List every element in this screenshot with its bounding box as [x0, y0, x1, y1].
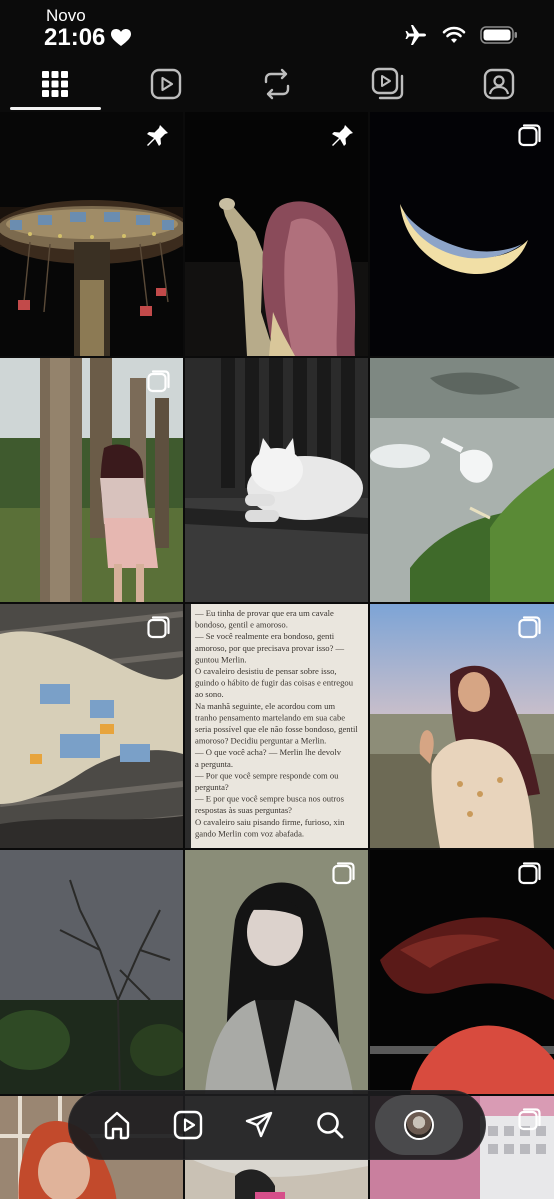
post-grid: — Eu tinha de provar que era um cavale bo… — [0, 112, 554, 1199]
status-icons — [404, 24, 518, 46]
book-line: amoroso, por que precisava provar isso? … — [195, 643, 345, 653]
heart-icon — [111, 29, 132, 46]
post-photo: — Eu tinha de provar que era um cavale bo… — [185, 604, 368, 848]
post-tile[interactable] — [185, 112, 368, 356]
pin-icon — [332, 125, 353, 146]
carrier-label: Novo — [46, 6, 86, 25]
tab-reposts[interactable] — [222, 56, 333, 112]
battery-icon — [480, 26, 517, 44]
clock: 21:06 — [44, 24, 132, 52]
book-line: guntou Merlin. — [195, 654, 247, 664]
post-tile[interactable] — [370, 850, 554, 1094]
nav-search[interactable] — [304, 1099, 356, 1151]
tab-tagged[interactable] — [443, 56, 554, 112]
airplane-icon — [405, 25, 426, 45]
nav-reels[interactable] — [162, 1099, 214, 1151]
grid-icon — [42, 71, 69, 97]
book-line: ao sono. — [195, 689, 224, 699]
tab-reels[interactable] — [111, 56, 222, 112]
post-photo — [0, 112, 183, 356]
time-label: 21:06 — [44, 24, 106, 51]
book-line: O cavaleiro saiu pisando firme, furioso,… — [195, 817, 345, 827]
post-tile[interactable] — [185, 850, 368, 1094]
post-photo — [370, 850, 554, 1094]
post-photo — [370, 112, 554, 356]
pin-icon — [147, 125, 168, 146]
book-line: — Por que você sempre responde com ou — [194, 770, 339, 780]
book-line: pergunta? — [195, 782, 229, 792]
book-line: guindo o hábito de fugir das coisas e en… — [195, 678, 354, 688]
book-line: — Eu tinha de provar que era um cavale — [194, 608, 334, 618]
book-line: seria possível que ele não fosse bondoso… — [195, 724, 358, 734]
carousel-icon — [518, 1108, 541, 1131]
reels-icon — [173, 1110, 202, 1140]
book-line: — O que você acha? — Merlin lhe devolv — [194, 747, 342, 757]
post-tile[interactable] — [370, 604, 554, 848]
reels-icon — [150, 68, 182, 100]
send-icon — [245, 1111, 273, 1138]
avatar — [404, 1110, 435, 1140]
tagged-icon — [483, 68, 514, 100]
carousel-icon — [518, 124, 541, 147]
book-line: a pergunta. — [195, 759, 233, 769]
post-photo — [185, 358, 368, 602]
post-tile[interactable] — [0, 850, 183, 1094]
post-tile[interactable] — [370, 358, 554, 602]
post-tile[interactable] — [185, 358, 368, 602]
book-line: Na manhã seguinte, ele acordou com um — [195, 701, 335, 711]
post-photo — [370, 604, 554, 848]
post-photo — [0, 358, 183, 602]
nav-profile[interactable] — [375, 1095, 464, 1155]
post-tile[interactable]: — Eu tinha de provar que era um cavale bo… — [185, 604, 368, 848]
book-line: — Se você realmente era bondoso, genti — [194, 631, 335, 641]
post-tile[interactable] — [0, 604, 183, 848]
carousel-icon — [518, 616, 541, 639]
book-line: respostas às suas perguntas? — [195, 805, 292, 815]
carousel-icon — [518, 862, 541, 885]
collab-icon — [371, 67, 403, 100]
bottom-nav — [68, 1090, 486, 1160]
book-line: tranho pensamento martelando em sua cabe — [195, 712, 345, 722]
repost-icon — [264, 68, 290, 100]
wifi-icon — [442, 26, 466, 43]
post-photo — [370, 358, 554, 602]
tab-collabs[interactable] — [332, 56, 443, 112]
post-photo — [185, 112, 368, 356]
post-photo — [185, 850, 368, 1094]
book-line: bondoso, gentil e amoroso. — [195, 620, 288, 630]
book-line: gando Merlin com voz abafada. — [195, 828, 304, 838]
carousel-icon — [147, 616, 170, 639]
profile-tabs — [0, 56, 554, 112]
nav-home[interactable] — [91, 1099, 143, 1151]
book-line: — E por que você sempre busca nos outros — [194, 794, 345, 804]
status-bar: Novo 21:06 — [0, 0, 554, 56]
post-tile[interactable] — [370, 112, 554, 356]
book-line: amoroso? Decidiu perguntar a Merlin. — [195, 736, 326, 746]
book-line: O cavaleiro desistiu de pensar sobre iss… — [195, 666, 337, 676]
post-photo — [0, 604, 183, 848]
carousel-icon — [147, 370, 170, 393]
post-photo — [0, 850, 183, 1094]
post-tile[interactable] — [0, 358, 183, 602]
post-tile[interactable] — [0, 112, 183, 356]
search-icon — [317, 1112, 344, 1139]
nav-messages[interactable] — [233, 1099, 285, 1151]
carousel-icon — [332, 862, 355, 885]
tab-grid[interactable] — [0, 56, 111, 112]
home-icon — [104, 1111, 129, 1140]
